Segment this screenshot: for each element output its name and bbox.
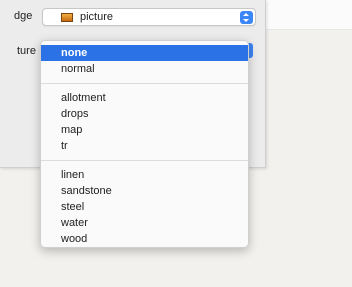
picture-swatch-icon <box>61 13 73 22</box>
menu-separator <box>41 83 248 84</box>
menu-item-none[interactable]: none <box>41 45 248 61</box>
texture-dropdown-menu: none normal allotment drops map tr linen… <box>40 40 249 248</box>
edge-label: dge <box>14 10 33 22</box>
menu-item-sandstone[interactable]: sandstone <box>41 183 248 199</box>
menu-item-linen[interactable]: linen <box>41 167 248 183</box>
menu-item-tr[interactable]: tr <box>41 138 248 154</box>
edge-popup-button[interactable]: picture <box>42 8 256 26</box>
menu-item-map[interactable]: map <box>41 122 248 138</box>
edge-popup-value: picture <box>80 11 114 23</box>
popup-stepper-icon <box>240 11 253 24</box>
menu-item-drops[interactable]: drops <box>41 106 248 122</box>
menu-item-steel[interactable]: steel <box>41 199 248 215</box>
menu-item-water[interactable]: water <box>41 215 248 231</box>
menu-item-wood[interactable]: wood <box>41 231 248 247</box>
menu-item-allotment[interactable]: allotment <box>41 90 248 106</box>
texture-label: ture <box>17 45 36 57</box>
menu-separator <box>41 160 248 161</box>
menu-item-normal[interactable]: normal <box>41 61 248 77</box>
